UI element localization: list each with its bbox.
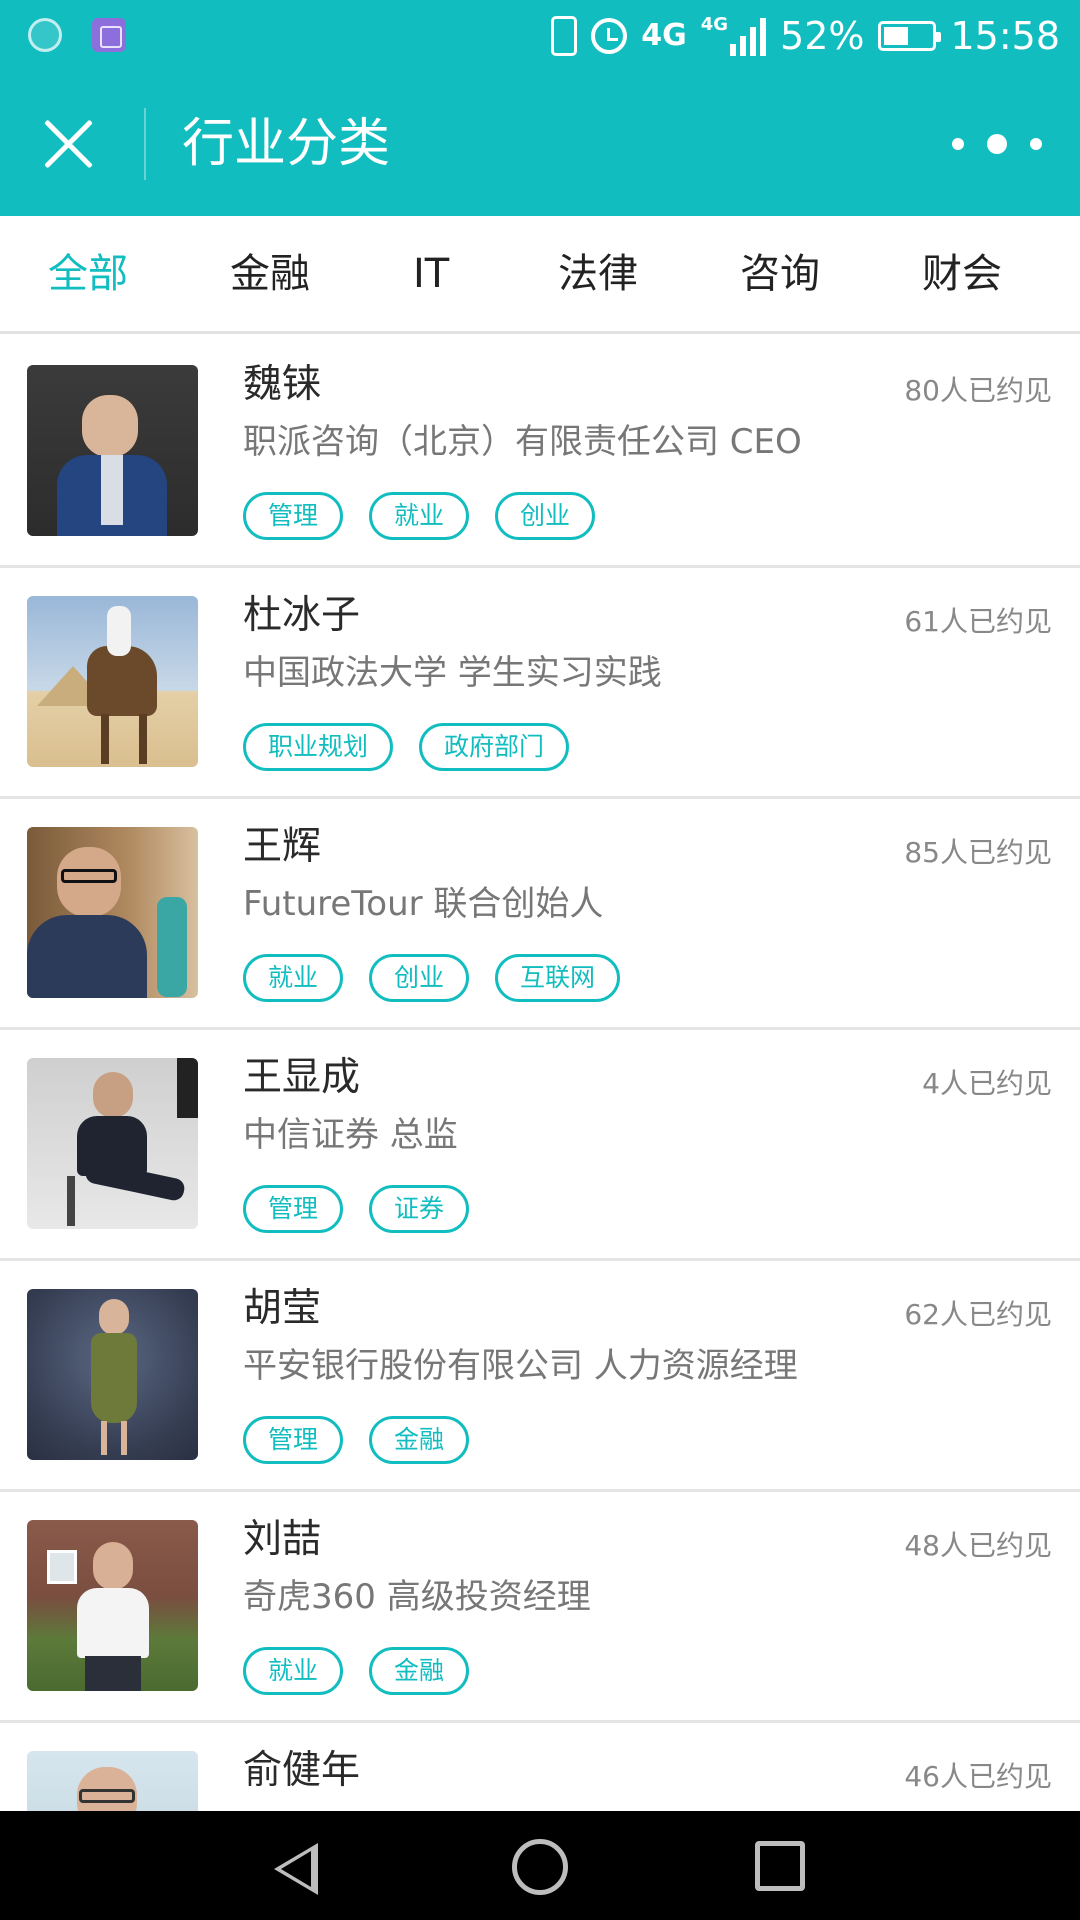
tag[interactable]: 管理 [243, 1185, 344, 1233]
mentor-list: 魏铼 80人已约见 职派咨询（北京）有限责任公司 CEO 管理 就业 创业 杜冰… [0, 337, 1080, 1920]
health-app-icon [28, 18, 62, 52]
status-bar: 4G 4G 52% 15:58 [0, 0, 1080, 72]
tab-consulting[interactable]: 咨询 [740, 248, 820, 300]
list-item[interactable]: 魏铼 80人已约见 职派咨询（北京）有限责任公司 CEO 管理 就业 创业 [0, 337, 1080, 568]
list-item[interactable]: 杜冰子 61人已约见 中国政法大学 学生实习实践 职业规划 政府部门 [0, 568, 1080, 799]
tag[interactable]: 创业 [495, 492, 596, 540]
tag[interactable]: 金融 [369, 1647, 470, 1695]
close-icon[interactable] [40, 116, 96, 172]
avatar [27, 827, 198, 998]
avatar [27, 1289, 198, 1460]
avatar [27, 1058, 198, 1229]
mentor-name: 王显成 [243, 1055, 361, 1100]
list-item[interactable]: 王辉 85人已约见 FutureTour 联合创始人 就业 创业 互联网 [0, 799, 1080, 1030]
avatar [27, 1520, 198, 1691]
list-item[interactable]: 王显成 4人已约见 中信证券 总监 管理 证券 [0, 1030, 1080, 1261]
meeting-count: 62人已约见 [904, 1298, 1052, 1331]
system-nav-bar [0, 1811, 1080, 1920]
recent-apps-icon[interactable] [755, 1841, 805, 1891]
home-icon[interactable] [512, 1839, 568, 1895]
tab-accounting[interactable]: 财会 [922, 248, 1002, 300]
gallery-app-icon [92, 18, 126, 52]
tag[interactable]: 就业 [243, 954, 344, 1002]
tab-law[interactable]: 法律 [558, 248, 638, 300]
tab-it[interactable]: IT [413, 248, 449, 300]
battery-percent: 52% [780, 14, 865, 58]
tab-all[interactable]: 全部 [48, 248, 128, 300]
meeting-count: 4人已约见 [922, 1067, 1052, 1100]
meeting-count: 61人已约见 [904, 605, 1052, 638]
mentor-org: 平安银行股份有限公司 人力资源经理 [243, 1346, 798, 1386]
mentor-org: 职派咨询（北京）有限责任公司 CEO [243, 422, 802, 462]
avatar [27, 365, 198, 536]
tag[interactable]: 就业 [369, 492, 470, 540]
mentor-name: 王辉 [243, 824, 322, 869]
mentor-name: 俞健年 [243, 1748, 361, 1793]
tab-finance[interactable]: 金融 [230, 248, 310, 300]
mentor-org: FutureTour 联合创始人 [243, 884, 604, 924]
tag[interactable]: 金融 [369, 1416, 470, 1464]
mentor-org: 奇虎360 高级投资经理 [243, 1577, 591, 1617]
list-item[interactable]: 刘喆 48人已约见 奇虎360 高级投资经理 就业 金融 [0, 1492, 1080, 1723]
mentor-name: 杜冰子 [243, 593, 361, 638]
mentor-org: 中国政法大学 学生实习实践 [243, 653, 662, 693]
avatar [27, 596, 198, 767]
meeting-count: 46人已约见 [904, 1760, 1052, 1793]
page-title: 行业分类 [182, 114, 391, 174]
tag[interactable]: 证券 [369, 1185, 470, 1233]
network-type-small: 4G [700, 14, 729, 35]
back-icon[interactable] [274, 1843, 318, 1895]
tag[interactable]: 政府部门 [419, 723, 570, 771]
mentor-name: 胡莹 [243, 1286, 322, 1331]
tag[interactable]: 创业 [369, 954, 470, 1002]
clock: 15:58 [950, 14, 1060, 58]
mentor-org: 中信证券 总监 [243, 1115, 458, 1155]
signal-icon [730, 16, 767, 56]
vibrate-icon [551, 16, 578, 56]
tag[interactable]: 就业 [243, 1647, 344, 1695]
meeting-count: 85人已约见 [904, 836, 1052, 869]
alarm-icon [591, 18, 628, 54]
tag[interactable]: 管理 [243, 1416, 344, 1464]
mentor-name: 刘喆 [243, 1517, 322, 1562]
more-options-icon[interactable] [952, 128, 1042, 160]
meeting-count: 48人已约见 [904, 1529, 1052, 1562]
list-item[interactable]: 胡莹 62人已约见 平安银行股份有限公司 人力资源经理 管理 金融 [0, 1261, 1080, 1492]
category-tabs: 全部 金融 IT 法律 咨询 财会 [0, 216, 1080, 334]
header-divider [144, 108, 146, 180]
meeting-count: 80人已约见 [904, 374, 1052, 407]
battery-icon [878, 21, 942, 51]
mentor-name: 魏铼 [243, 362, 322, 407]
app-header: 行业分类 [0, 72, 1080, 216]
tag[interactable]: 互联网 [495, 954, 621, 1002]
network-type-label: 4G [641, 18, 687, 53]
tag[interactable]: 管理 [243, 492, 344, 540]
tag[interactable]: 职业规划 [243, 723, 394, 771]
